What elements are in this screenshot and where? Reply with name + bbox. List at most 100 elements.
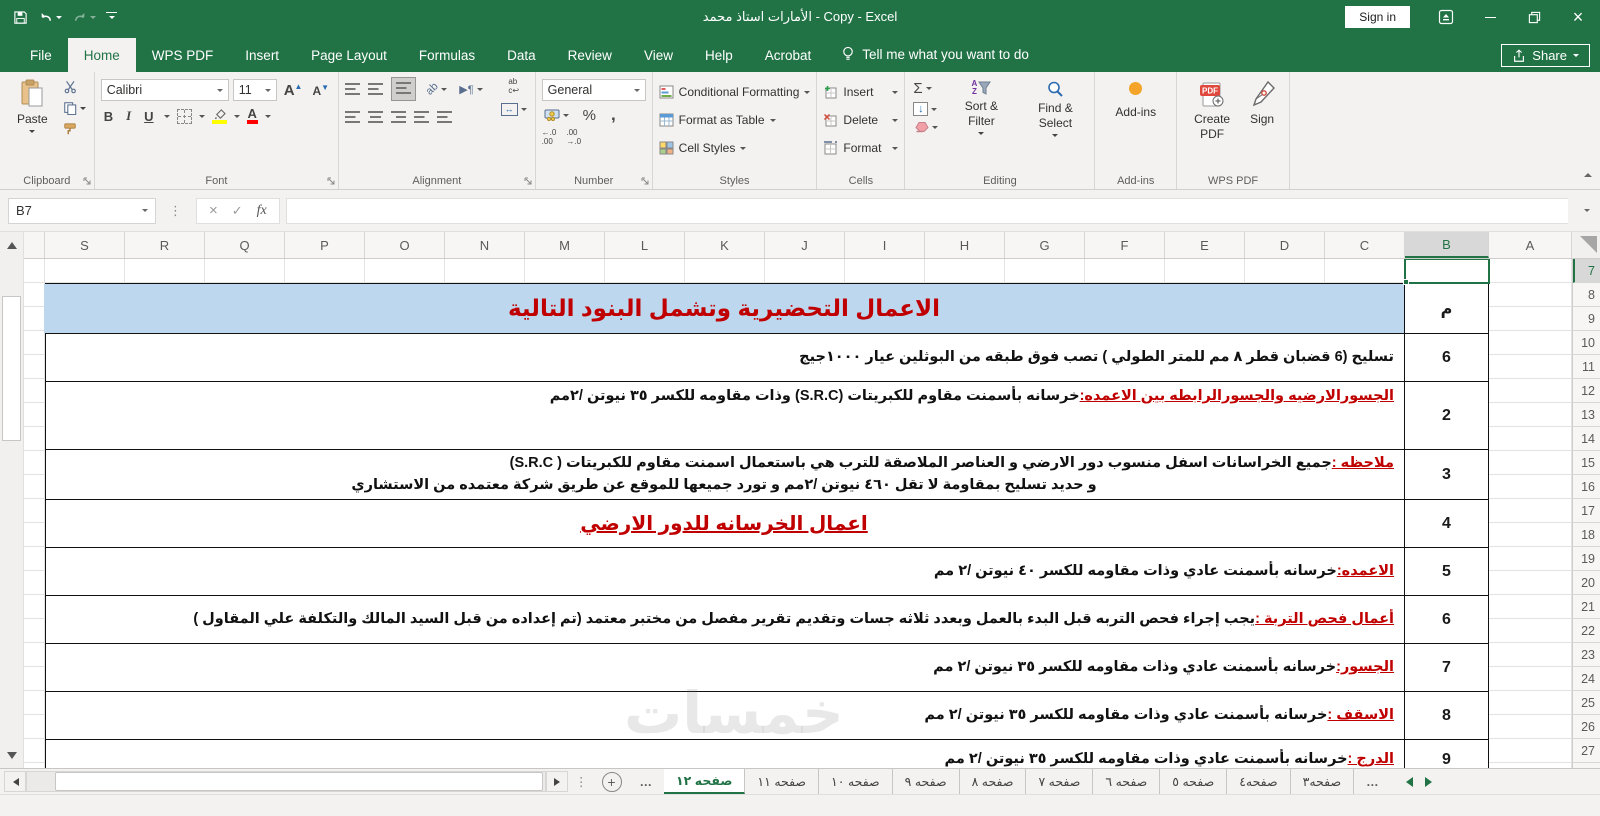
comma-style-button[interactable]: , <box>608 105 619 125</box>
column-header-h[interactable]: H <box>925 232 1005 258</box>
tab-formulas[interactable]: Formulas <box>403 38 491 72</box>
accounting-format-button[interactable] <box>542 108 571 122</box>
horizontal-scroll-track[interactable] <box>26 771 546 792</box>
table-cell-number[interactable]: 7 <box>1404 644 1488 691</box>
hscroll-right-button[interactable] <box>546 771 568 792</box>
sign-in-button[interactable]: Sign in <box>1345 6 1410 28</box>
tab-help[interactable]: Help <box>689 38 749 72</box>
row-header-11[interactable]: 11 <box>1573 355 1600 379</box>
italic-button[interactable]: I <box>123 108 134 124</box>
decrease-indent-button[interactable] <box>414 111 430 123</box>
sheet-tab-9[interactable]: صفحه٤ <box>1227 769 1291 794</box>
sheet-tab-overflow[interactable]: … <box>1354 769 1391 794</box>
clear-button[interactable] <box>911 120 940 134</box>
create-pdf-button[interactable]: PDF Create PDF <box>1183 76 1241 145</box>
column-header-p[interactable]: P <box>285 232 365 258</box>
wrap-text-button[interactable]: ab c↩ <box>508 77 519 96</box>
formula-input[interactable] <box>285 197 1568 224</box>
center-button[interactable] <box>368 111 384 123</box>
column-header-m[interactable]: M <box>525 232 605 258</box>
restore-button[interactable] <box>1512 0 1556 34</box>
copy-button[interactable] <box>61 100 88 116</box>
table-cell-number[interactable]: 4 <box>1404 500 1488 547</box>
fill-handle[interactable] <box>1403 279 1409 285</box>
tab-home[interactable]: Home <box>67 38 136 72</box>
sheet-tab-5[interactable]: صفحه ٨ <box>960 769 1027 794</box>
sheet-tab-6[interactable]: صفحه ٧ <box>1026 769 1094 794</box>
fill-button[interactable]: ↓ <box>911 101 940 117</box>
number-format-combo[interactable]: General <box>541 79 646 101</box>
format-cells-button[interactable]: Format <box>823 136 899 160</box>
active-cell-b7[interactable] <box>1403 259 1490 285</box>
vertical-scroll-thumb[interactable] <box>2 296 21 441</box>
vertical-scrollbar[interactable] <box>0 232 24 768</box>
cancel-entry-button[interactable]: × <box>209 202 218 219</box>
row-header-10[interactable]: 10 <box>1573 331 1600 355</box>
close-button[interactable]: × <box>1556 0 1600 34</box>
ribbon-display-options-button[interactable] <box>1424 0 1468 34</box>
table-cell-number[interactable]: 9 <box>1404 740 1488 768</box>
find-select-button[interactable]: Find & Select <box>1022 76 1088 143</box>
table-cell-number[interactable]: م <box>1404 284 1488 333</box>
expand-formula-bar-button[interactable] <box>1574 206 1600 215</box>
row-header-13[interactable]: 13 <box>1573 403 1600 427</box>
percent-style-button[interactable]: % <box>580 107 599 124</box>
bottom-align-button[interactable] <box>391 77 417 101</box>
table-cell-number[interactable]: 6 <box>1404 596 1488 643</box>
row-header-9[interactable]: 9 <box>1573 307 1600 331</box>
conditional-formatting-button[interactable]: Conditional Formatting <box>659 80 811 104</box>
column-header-q[interactable]: Q <box>205 232 285 258</box>
share-button[interactable]: Share <box>1501 44 1590 67</box>
sheet-tab-overflow[interactable]: … <box>628 769 665 794</box>
row-header-14[interactable]: 14 <box>1573 427 1600 451</box>
insert-function-button[interactable]: fx <box>257 203 267 219</box>
row-header-8[interactable]: 8 <box>1573 283 1600 307</box>
tell-me-box[interactable]: Tell me what you want to do <box>841 46 1029 72</box>
fill-color-dropdown-caret[interactable] <box>233 114 240 121</box>
undo-button[interactable] <box>35 8 65 27</box>
undo-dropdown-caret[interactable] <box>56 15 62 22</box>
table-cell-number[interactable]: 6 <box>1404 334 1488 381</box>
tab-file[interactable]: File <box>14 38 68 72</box>
row-header-17[interactable]: 17 <box>1573 499 1600 523</box>
top-align-button[interactable] <box>345 83 361 95</box>
collapse-ribbon-button[interactable] <box>1584 167 1592 185</box>
previous-sheet-button[interactable] <box>1401 776 1413 787</box>
tab-page-layout[interactable]: Page Layout <box>295 38 403 72</box>
font-size-combo[interactable]: 11 <box>232 79 277 101</box>
column-header-k[interactable]: K <box>685 232 765 258</box>
column-header-b[interactable]: B <box>1405 232 1489 258</box>
next-sheet-button[interactable] <box>1424 776 1437 787</box>
scroll-up-button[interactable] <box>0 232 24 256</box>
horizontal-scroll-thumb[interactable] <box>55 772 543 791</box>
column-header-s[interactable]: S <box>45 232 125 258</box>
vertical-scroll-track[interactable] <box>0 256 23 744</box>
shrink-font-button[interactable]: A▼ <box>309 83 332 98</box>
table-cell-text[interactable]: الدرج :خرسانه بأسمنت عادي وذات مقاومه لل… <box>44 740 1404 768</box>
cell-styles-button[interactable]: Cell Styles <box>659 136 811 160</box>
tab-insert[interactable]: Insert <box>229 38 295 72</box>
insert-cells-button[interactable]: Insert <box>823 80 899 104</box>
grow-font-button[interactable]: A▲ <box>281 82 306 99</box>
align-right-button[interactable] <box>391 111 407 123</box>
scroll-down-button[interactable] <box>0 744 24 768</box>
font-color-dropdown-caret[interactable] <box>264 114 271 121</box>
redo-dropdown-caret[interactable] <box>90 15 96 22</box>
table-cell-text[interactable]: الجسور:خرسانه بأسمنت عادي وذات مقاومه لل… <box>44 644 1404 691</box>
increase-decimal-button[interactable]: ←.0.00 <box>542 128 557 147</box>
table-cell-text[interactable]: اعمال الخرسانه للدور الارضي <box>44 500 1404 547</box>
sheet-tab-10[interactable]: صفحه٣ <box>1291 769 1355 794</box>
column-header-d[interactable]: D <box>1245 232 1325 258</box>
borders-button[interactable] <box>176 108 192 124</box>
font-name-combo[interactable]: Calibri <box>100 79 229 101</box>
sheet-tab-1[interactable]: صفحه ١٢ <box>664 769 746 794</box>
select-all-corner[interactable] <box>1572 232 1600 258</box>
alignment-dialog-launcher[interactable] <box>523 176 533 186</box>
column-header-g[interactable]: G <box>1005 232 1085 258</box>
tab-data[interactable]: Data <box>491 38 552 72</box>
row-header-23[interactable]: 23 <box>1573 643 1600 667</box>
tab-view[interactable]: View <box>628 38 689 72</box>
table-cell-text[interactable]: الاعمال التحضيرية وتشمل البنود التالية <box>44 284 1404 333</box>
row-header-21[interactable]: 21 <box>1573 595 1600 619</box>
new-sheet-button[interactable]: + <box>601 771 622 792</box>
